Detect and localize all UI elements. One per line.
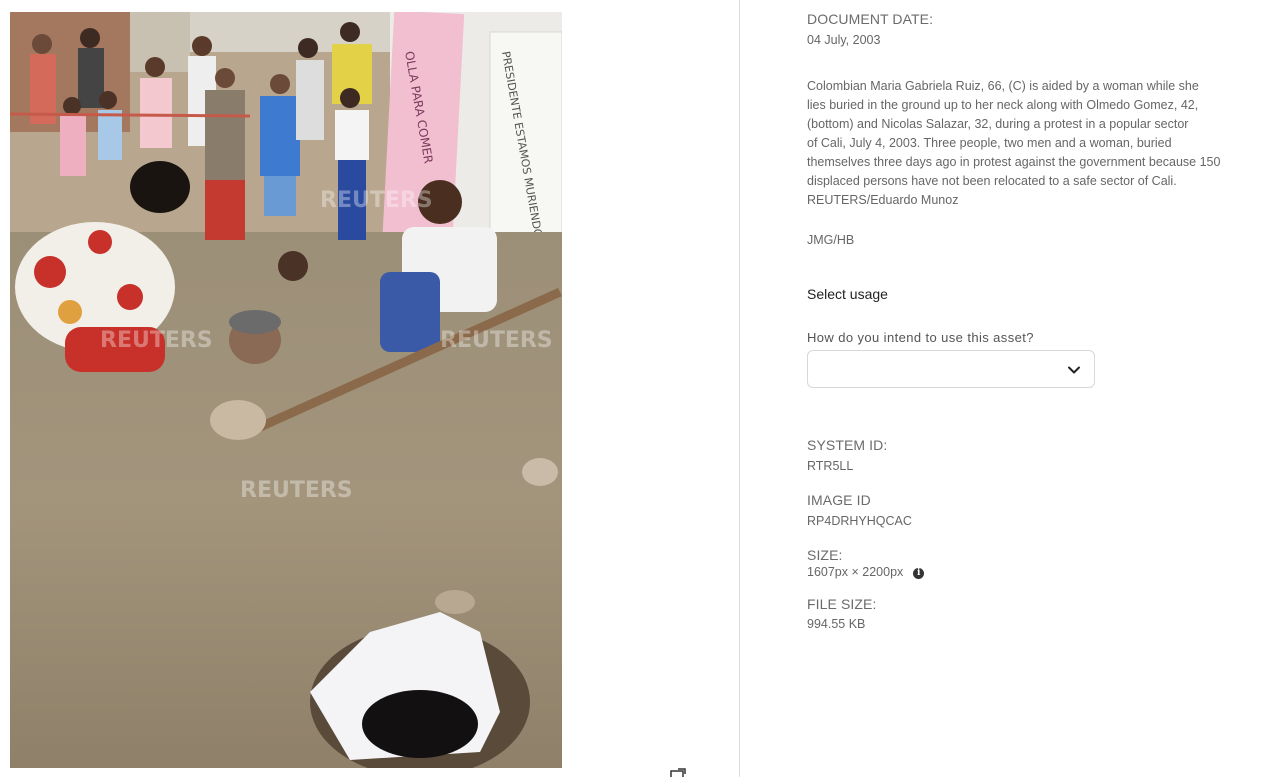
asset-detail-page: OLLA PARA COMER PRESIDENTE ESTAMOS MURIE… <box>0 0 1262 777</box>
usage-select[interactable] <box>807 350 1095 388</box>
usage-question-label: How do you intend to use this asset? <box>807 330 1034 345</box>
photo-image: OLLA PARA COMER PRESIDENTE ESTAMOS MURIE… <box>10 12 562 768</box>
caption-line: REUTERS/Eduardo Munoz <box>807 193 959 207</box>
caption-line: themselves three days ago in protest aga… <box>807 155 1221 169</box>
image-id-value: RP4DRHYHQCAC <box>807 514 912 528</box>
document-date-label: DOCUMENT DATE: <box>807 11 934 27</box>
caption-block: Colombian Maria Gabriela Ruiz, 66, (C) i… <box>807 77 1247 210</box>
chevron-down-icon[interactable] <box>1066 362 1082 378</box>
file-size-value: 994.55 KB <box>807 617 866 631</box>
photo-viewer[interactable]: OLLA PARA COMER PRESIDENTE ESTAMOS MURIE… <box>10 12 562 768</box>
caption-line: of Cali, July 4, 2003. Three people, two… <box>807 136 1172 150</box>
info-icon[interactable]: i <box>913 568 925 579</box>
expand-icon[interactable] <box>669 768 687 777</box>
caption-line: lies buried in the ground up to her neck… <box>807 98 1199 112</box>
file-size-label: FILE SIZE: <box>807 596 877 612</box>
buried-man-head <box>278 251 308 281</box>
document-date-value: 04 July, 2003 <box>807 33 881 47</box>
select-usage-title: Select usage <box>807 286 888 302</box>
caption-line: Colombian Maria Gabriela Ruiz, 66, (C) i… <box>807 79 1199 93</box>
caption-line: displaced persons have not been relocate… <box>807 174 1177 188</box>
size-value: 1607px × 2200px <box>807 565 904 579</box>
system-id-label: SYSTEM ID: <box>807 437 888 453</box>
panel-divider <box>739 0 740 777</box>
system-id-value: RTR5LL <box>807 459 854 473</box>
image-id-label: IMAGE ID <box>807 492 871 508</box>
watermark-text-2: REUTERS <box>100 328 213 353</box>
buried-woman <box>229 310 281 364</box>
caption-line: (bottom) and Nicolas Salazar, 32, during… <box>807 117 1189 131</box>
watermark-text: REUTERS <box>240 478 353 503</box>
caption-code: JMG/HB <box>807 233 855 247</box>
size-row: 1607px × 2200px i <box>807 563 925 581</box>
size-label: SIZE: <box>807 547 843 563</box>
watermark-text-3: REUTERS <box>440 328 553 353</box>
watermark-text-4: REUTERS <box>320 188 433 213</box>
